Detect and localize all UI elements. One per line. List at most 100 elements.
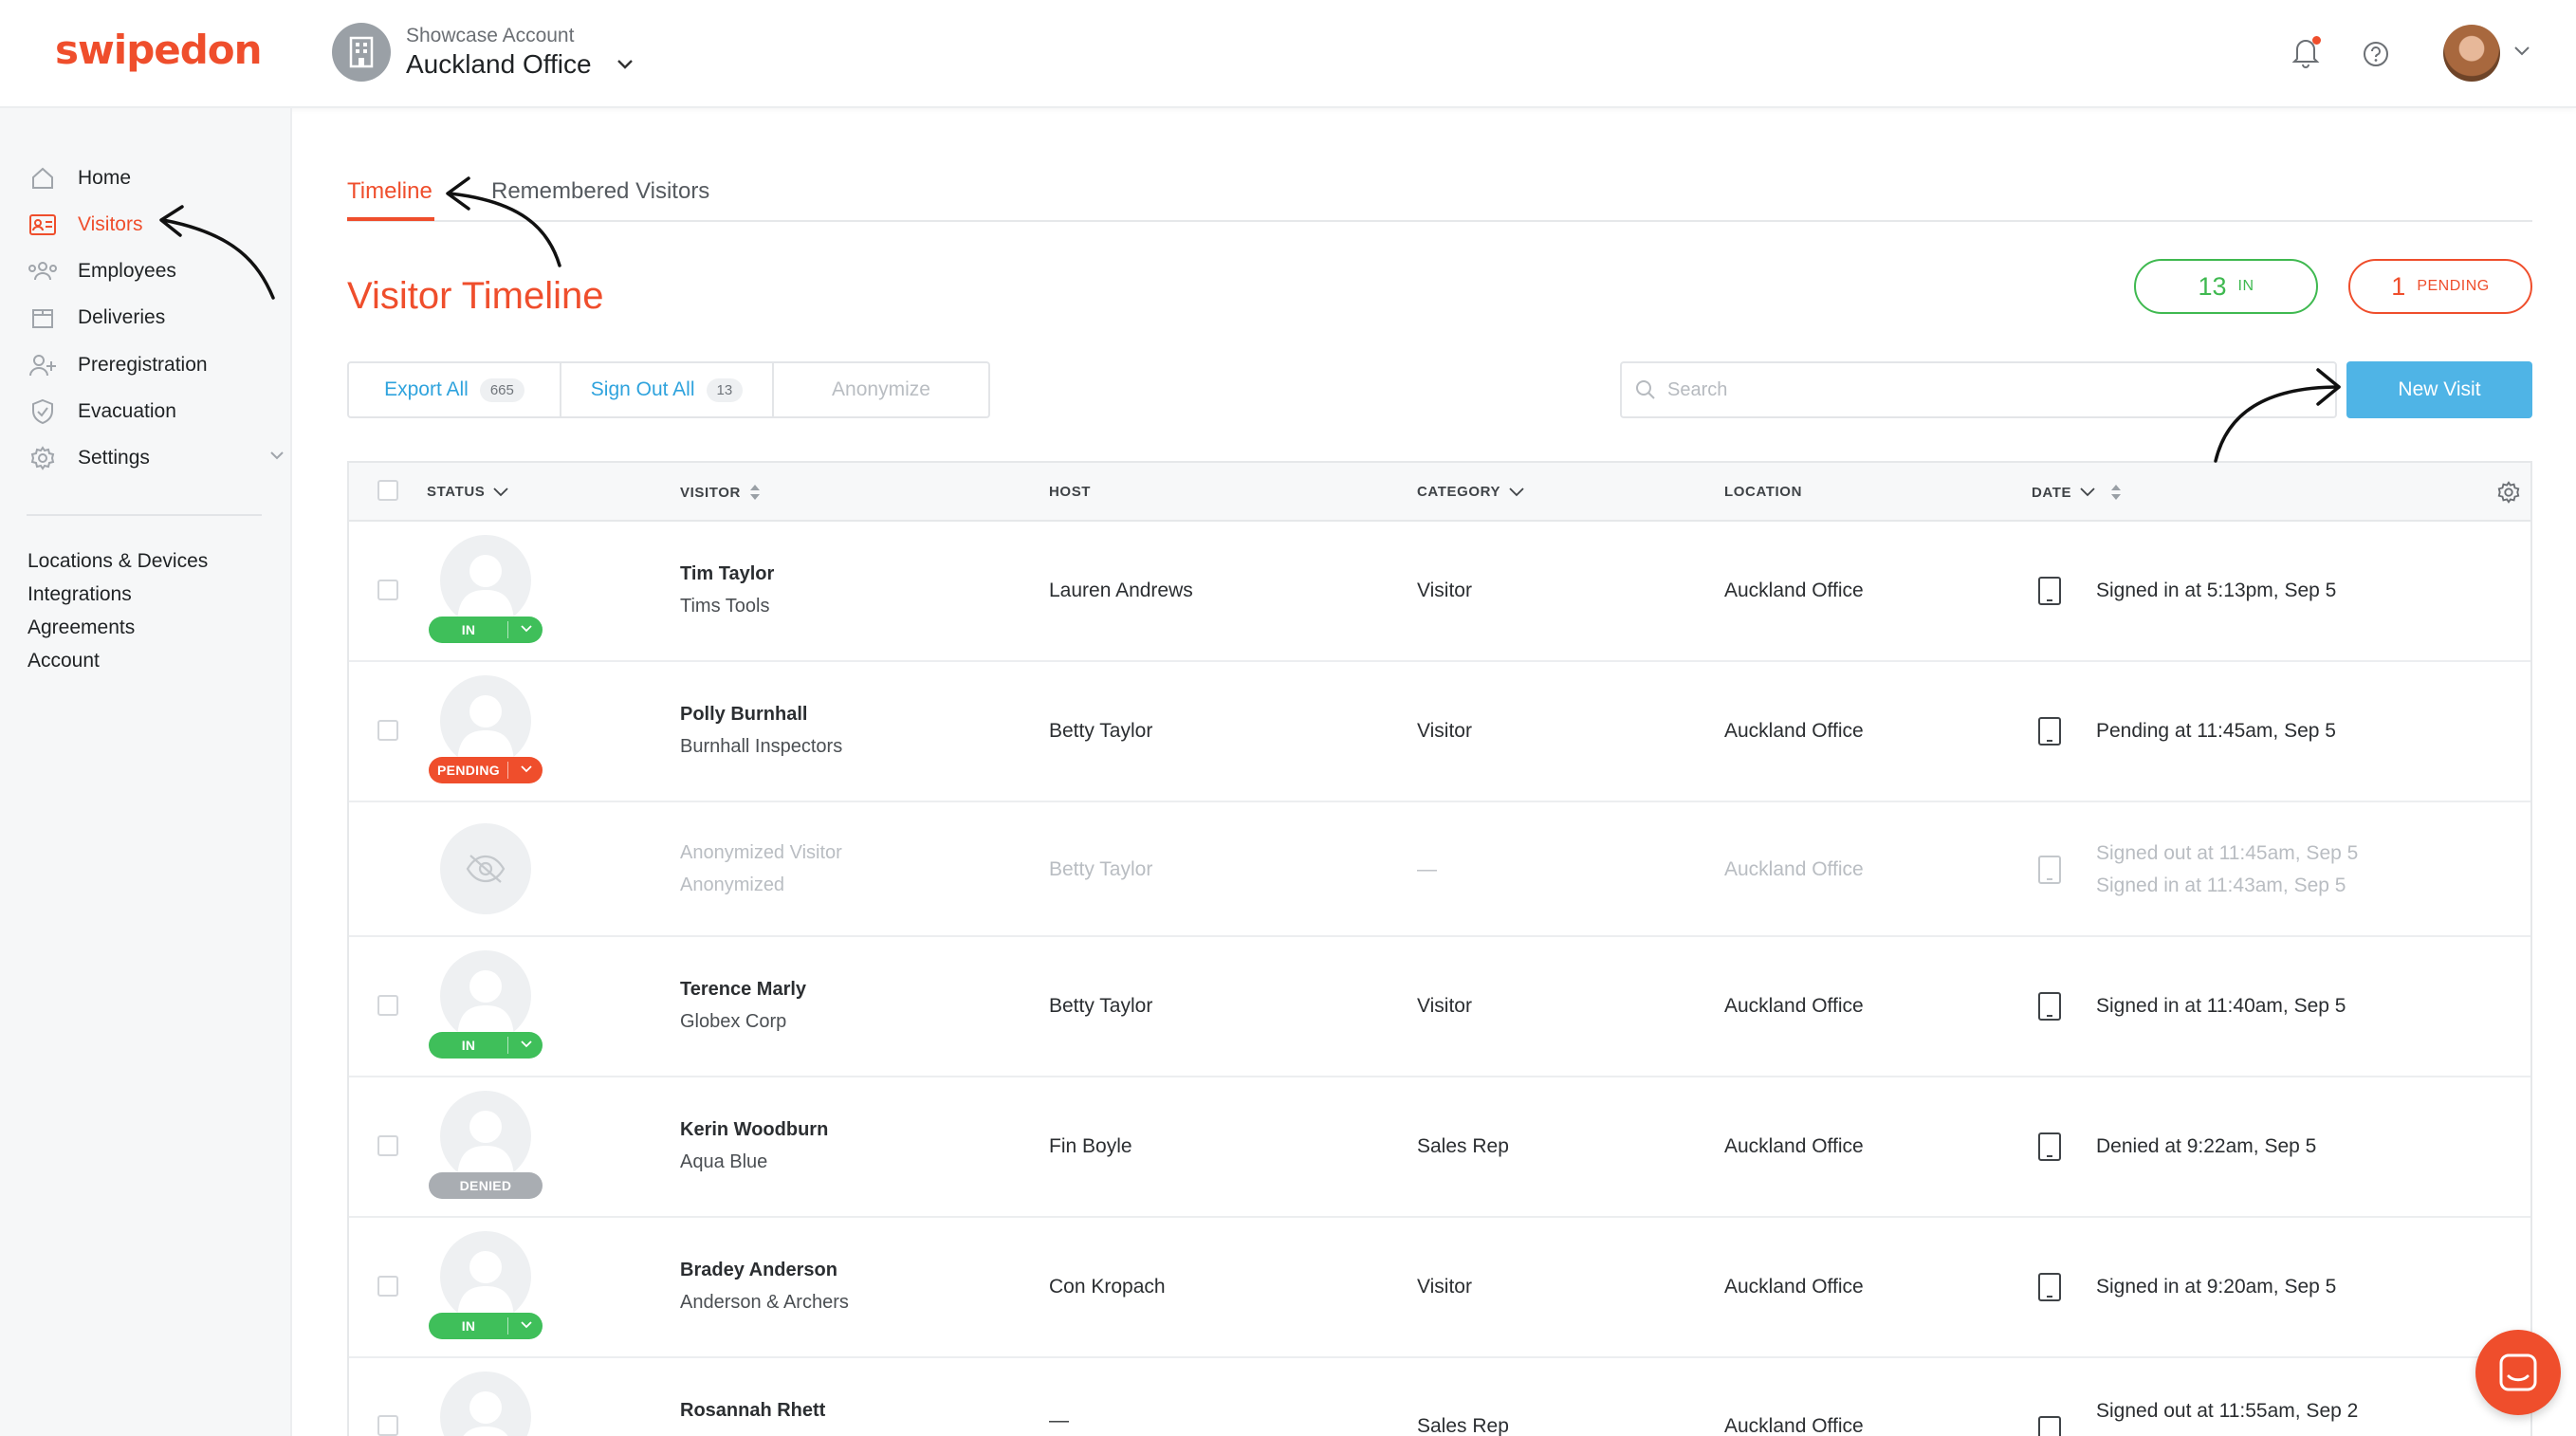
row-checkbox[interactable]: [377, 1415, 398, 1436]
annotation-arrow-visitors: [159, 205, 275, 300]
column-category[interactable]: CATEGORY: [1417, 484, 1525, 500]
date: Signed in at 5:13pm, Sep 5: [2096, 580, 2337, 601]
table-row[interactable]: Rosannah Rhett — Sales Rep Auckland Offi…: [349, 1358, 2530, 1436]
chevron-down-icon: [1509, 487, 1524, 496]
in-count: 13: [2198, 271, 2227, 301]
pending-count-pill[interactable]: 1 PENDING: [2348, 259, 2532, 314]
account-subtitle: Showcase Account: [406, 25, 575, 46]
in-count-pill[interactable]: 13 IN: [2134, 259, 2318, 314]
visitor-avatar: [440, 535, 531, 626]
row-checkbox[interactable]: [377, 720, 398, 741]
new-visit-button[interactable]: New Visit: [2346, 361, 2532, 418]
export-count-badge: 665: [479, 377, 524, 402]
sidebar-link-integrations[interactable]: Integrations: [28, 583, 132, 606]
table-row[interactable]: IN Bradey Anderson Anderson & Archers Co…: [349, 1218, 2530, 1358]
visitor-name[interactable]: Bradey Anderson: [680, 1260, 837, 1281]
page-title: Visitor Timeline: [347, 275, 604, 317]
help-icon[interactable]: [2362, 40, 2390, 68]
visitor-company: Tims Tools: [680, 596, 770, 617]
date: Pending at 11:45am, Sep 5: [2096, 720, 2336, 742]
visitor-company: Aqua Blue: [680, 1151, 768, 1172]
bulk-actions: Export All 665 Sign Out All 13 Anonymize: [347, 361, 990, 418]
sidebar-link-agreements[interactable]: Agreements: [28, 617, 135, 639]
user-avatar[interactable]: [2443, 25, 2500, 82]
visitor-company: Anonymized: [680, 874, 785, 895]
home-icon: [27, 162, 59, 194]
tablet-icon: [2038, 1416, 2061, 1436]
sidebar-item-label: Preregistration: [78, 354, 208, 376]
visitor-avatar: [440, 1372, 531, 1436]
sort-icon: [2111, 485, 2122, 500]
visitor-table: STATUS VISITOR HOST CATEGORY LOCATION DA…: [347, 461, 2532, 1436]
sidebar-item-preregistration[interactable]: Preregistration: [27, 346, 208, 384]
select-all-checkbox[interactable]: [377, 480, 398, 501]
status-label: IN: [461, 1038, 476, 1053]
column-category-label: CATEGORY: [1417, 484, 1501, 500]
sidebar-item-deliveries[interactable]: Deliveries: [27, 299, 165, 337]
visitor-name[interactable]: Kerin Woodburn: [680, 1119, 828, 1141]
sidebar-link-locations[interactable]: Locations & Devices: [28, 550, 208, 573]
sidebar-item-visitors[interactable]: Visitors: [27, 206, 142, 244]
chevron-down-icon: [2080, 488, 2095, 497]
status-label: IN: [461, 1318, 476, 1334]
visitor-avatar: [440, 1091, 531, 1182]
chat-support-button[interactable]: [2475, 1330, 2561, 1415]
notification-dot: [2312, 36, 2321, 45]
sidebar-link-account[interactable]: Account: [28, 650, 100, 672]
status-badge[interactable]: PENDING: [429, 757, 543, 783]
table-row[interactable]: IN Tim Taylor Tims Tools Lauren Andrews …: [349, 522, 2530, 662]
visitor-name[interactable]: Anonymized Visitor: [680, 842, 842, 864]
row-checkbox[interactable]: [377, 580, 398, 600]
row-checkbox[interactable]: [377, 1135, 398, 1156]
pending-count: 1: [2391, 271, 2406, 301]
column-settings-gear-icon[interactable]: [2496, 480, 2521, 505]
status-badge[interactable]: IN: [429, 1032, 543, 1059]
export-all-button[interactable]: Export All 665: [349, 363, 561, 416]
visitor-name[interactable]: Polly Burnhall: [680, 704, 807, 726]
location: Auckland Office: [1724, 1135, 1864, 1157]
swipedon-logo[interactable]: swipedon: [55, 27, 263, 73]
row-checkbox[interactable]: [377, 1276, 398, 1297]
tablet-icon: [2038, 1273, 2061, 1301]
date: Signed out at 11:55am, Sep 2: [2096, 1400, 2359, 1422]
box-icon: [27, 302, 59, 334]
column-status[interactable]: STATUS: [427, 484, 509, 500]
category: —: [1417, 858, 1437, 880]
eye-off-icon: [466, 855, 506, 883]
anonymize-button[interactable]: Anonymize: [774, 363, 988, 416]
chevron-down-icon: [616, 60, 633, 69]
sign-out-count-badge: 13: [706, 377, 744, 402]
table-row[interactable]: PENDING Polly Burnhall Burnhall Inspecto…: [349, 662, 2530, 802]
tablet-icon: [2038, 856, 2061, 884]
visitor-name[interactable]: Rosannah Rhett: [680, 1400, 825, 1422]
visitor-avatar: [440, 950, 531, 1041]
sidebar-item-settings[interactable]: Settings: [27, 439, 284, 477]
search-icon: [1636, 380, 1655, 399]
column-visitor[interactable]: VISITOR: [680, 484, 762, 501]
annotation-arrow-timeline: [446, 176, 561, 267]
sign-out-all-button[interactable]: Sign Out All 13: [561, 363, 774, 416]
column-location-label: LOCATION: [1724, 484, 1803, 500]
status-badge[interactable]: IN: [429, 1313, 543, 1339]
account-switcher[interactable]: Showcase Account Auckland Office: [332, 23, 634, 82]
sidebar-divider: [27, 514, 262, 516]
table-row[interactable]: DENIED Kerin Woodburn Aqua Blue Fin Boyl…: [349, 1077, 2530, 1218]
row-checkbox[interactable]: [377, 995, 398, 1016]
location: Auckland Office: [1724, 1276, 1864, 1298]
status-badge[interactable]: IN: [429, 617, 543, 643]
table-row[interactable]: IN Terence Marly Globex Corp Betty Taylo…: [349, 937, 2530, 1077]
visitor-name[interactable]: Tim Taylor: [680, 563, 774, 585]
visitor-company: Globex Corp: [680, 1011, 787, 1032]
column-visitor-label: VISITOR: [680, 484, 741, 501]
visitor-name[interactable]: Terence Marly: [680, 979, 806, 1001]
status-label: PENDING: [437, 763, 500, 778]
host-name: —: [1049, 1409, 1069, 1431]
column-date[interactable]: DATE: [2032, 484, 2123, 501]
table-row[interactable]: Anonymized Visitor Anonymized Betty Tayl…: [349, 802, 2530, 937]
tab-timeline[interactable]: Timeline: [347, 178, 432, 205]
sidebar-item-evacuation[interactable]: Evacuation: [27, 393, 176, 431]
sidebar-item-home[interactable]: Home: [27, 159, 131, 197]
status-label: IN: [461, 622, 476, 637]
visitor-company: Anderson & Archers: [680, 1292, 849, 1313]
chevron-down-icon[interactable]: [2513, 46, 2530, 57]
